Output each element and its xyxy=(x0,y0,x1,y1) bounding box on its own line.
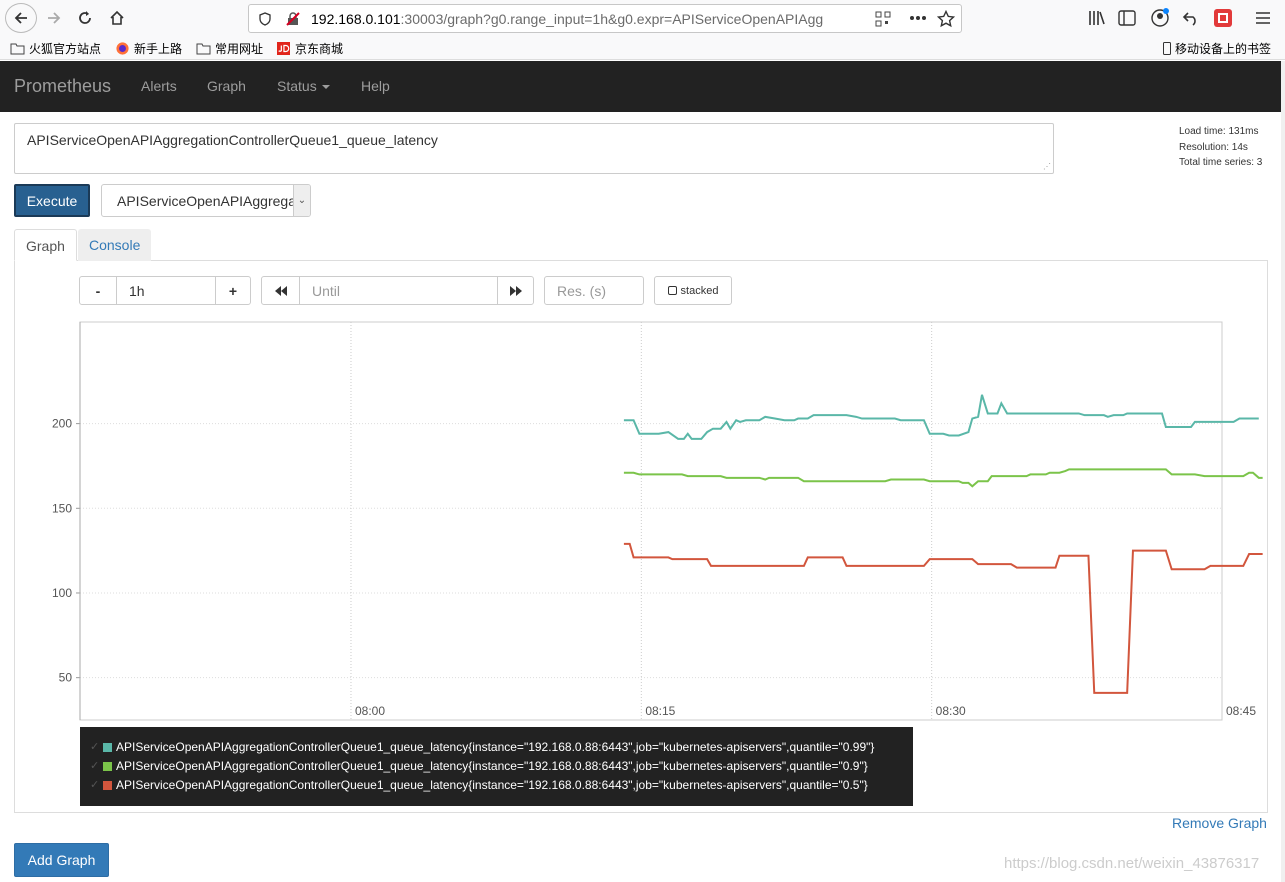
legend-item[interactable]: ✓ APIServiceOpenAPIAggregationController… xyxy=(80,757,913,776)
legend-swatch xyxy=(103,762,112,771)
x-tick-label: 08:30 xyxy=(936,704,966,718)
scrollbar[interactable] xyxy=(1281,61,1285,882)
x-tick-label: 08:00 xyxy=(355,704,385,718)
remove-graph-link[interactable]: Remove Graph xyxy=(1172,815,1267,831)
check-icon: ✓ xyxy=(90,779,100,791)
x-tick-label: 08:15 xyxy=(645,704,675,718)
check-icon: ✓ xyxy=(90,741,100,753)
legend-label: APIServiceOpenAPIAggregationControllerQu… xyxy=(116,740,875,754)
legend-label: APIServiceOpenAPIAggregationControllerQu… xyxy=(116,778,868,792)
y-tick-label: 200 xyxy=(52,417,72,431)
legend-swatch xyxy=(103,743,112,752)
add-graph-button[interactable]: Add Graph xyxy=(14,843,109,877)
y-tick-label: 50 xyxy=(59,671,73,685)
chart-legend: ✓ APIServiceOpenAPIAggregationController… xyxy=(80,727,913,806)
y-axis-labels: 50 100 150 200 xyxy=(52,417,72,685)
y-tick-label: 150 xyxy=(52,501,72,515)
legend-label: APIServiceOpenAPIAggregationControllerQu… xyxy=(116,759,868,773)
legend-item[interactable]: ✓ APIServiceOpenAPIAggregationController… xyxy=(80,738,913,757)
legend-swatch xyxy=(103,781,112,790)
y-tick-label: 100 xyxy=(52,586,72,600)
check-icon: ✓ xyxy=(90,760,100,772)
x-tick-label: 08:45 xyxy=(1226,704,1256,718)
legend-item[interactable]: ✓ APIServiceOpenAPIAggregationController… xyxy=(80,776,913,795)
tab-graph[interactable]: Graph xyxy=(14,229,77,261)
watermark: https://blog.csdn.net/weixin_43876317 xyxy=(1004,855,1260,872)
plot-area xyxy=(79,321,1223,721)
